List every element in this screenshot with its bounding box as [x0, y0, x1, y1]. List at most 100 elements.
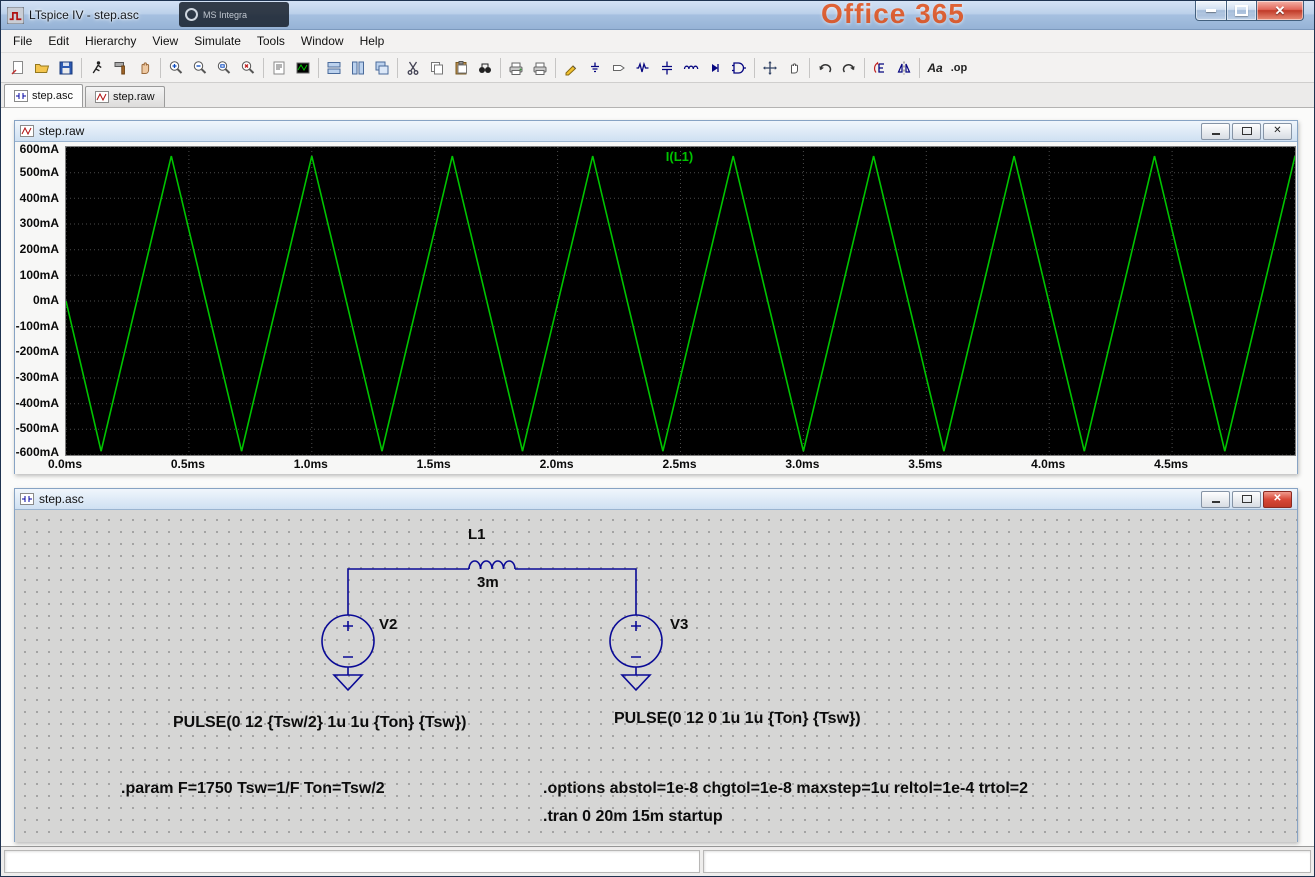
maximize-button[interactable] — [1227, 1, 1257, 21]
ground-button[interactable] — [583, 56, 607, 79]
waveform-plot[interactable] — [65, 146, 1296, 456]
halt-button[interactable] — [133, 56, 157, 79]
child-minimize-button[interactable] — [1201, 122, 1230, 140]
print-setup-button[interactable] — [504, 56, 528, 79]
waveform-window-titlebar[interactable]: step.raw ✕ — [15, 121, 1297, 142]
new-schematic-button[interactable] — [6, 56, 30, 79]
waveform-window-controls: ✕ — [1201, 122, 1292, 140]
param-directive[interactable]: .param F=1750 Tsw=1/F Ton=Tsw/2 — [121, 780, 385, 798]
spice-directive-icon: .op — [950, 61, 968, 74]
child-minimize-button[interactable] — [1201, 490, 1230, 508]
child-maximize-button[interactable] — [1232, 490, 1261, 508]
wire-button[interactable] — [559, 56, 583, 79]
open-folder-icon — [35, 63, 50, 73]
print-button[interactable] — [528, 56, 552, 79]
zoom-full-icon — [241, 60, 255, 74]
cut-button[interactable] — [401, 56, 425, 79]
zoom-fit-button[interactable] — [212, 56, 236, 79]
menu-help[interactable]: Help — [352, 31, 393, 51]
y-tick-label: -300mA — [15, 370, 59, 384]
zoom-in-icon — [169, 60, 183, 74]
close-icon: ✕ — [1274, 2, 1286, 18]
trace-legend[interactable]: I(L1) — [65, 149, 1294, 164]
netlist-button[interactable] — [267, 56, 291, 79]
child-close-button[interactable]: ✕ — [1263, 490, 1292, 508]
mirror-button[interactable] — [892, 56, 916, 79]
cascade-windows-button[interactable] — [370, 56, 394, 79]
child-maximize-button[interactable] — [1232, 122, 1261, 140]
redo-button[interactable] — [837, 56, 861, 79]
maximize-icon — [1235, 5, 1248, 16]
logic-gate-icon — [732, 61, 746, 74]
waveform-window: step.raw ✕ I(L1) 600mA 500mA 400mA 300mA… — [14, 120, 1298, 474]
ground-symbol-v2[interactable] — [332, 674, 364, 692]
zoom-in-button[interactable] — [164, 56, 188, 79]
titlebar[interactable]: LTspice IV - step.asc MS Integra Office … — [1, 1, 1314, 30]
move-button[interactable] — [758, 56, 782, 79]
diode-button[interactable] — [703, 56, 727, 79]
tile-horizontal-button[interactable] — [322, 56, 346, 79]
control-panel-button[interactable] — [109, 56, 133, 79]
inductor-ref-label[interactable]: L1 — [468, 526, 486, 543]
open-file-button[interactable] — [30, 56, 54, 79]
resistor-button[interactable] — [631, 56, 655, 79]
menu-edit[interactable]: Edit — [40, 31, 77, 51]
v3-value-label[interactable]: PULSE(0 12 0 1u 1u {Ton} {Tsw}) — [614, 710, 861, 728]
paste-button[interactable] — [449, 56, 473, 79]
plot-settings-button[interactable] — [291, 56, 315, 79]
options-directive[interactable]: .options abstol=1e-8 chgtol=1e-8 maxstep… — [543, 780, 1028, 798]
menu-window[interactable]: Window — [293, 31, 352, 51]
ground-symbol-v3[interactable] — [620, 674, 652, 692]
inductor-button[interactable] — [679, 56, 703, 79]
menu-file[interactable]: File — [5, 31, 40, 51]
rotate-button[interactable] — [868, 56, 892, 79]
inductor-L1-symbol[interactable] — [468, 560, 516, 570]
v2-value-label[interactable]: PULSE(0 12 {Tsw/2} 1u 1u {Ton} {Tsw}) — [173, 714, 466, 732]
tran-directive[interactable]: .tran 0 20m 15m startup — [543, 808, 723, 826]
child-close-button[interactable]: ✕ — [1263, 122, 1292, 140]
spice-directive-button[interactable]: .op — [947, 56, 971, 79]
run-simulation-button[interactable] — [85, 56, 109, 79]
zoom-back-button[interactable] — [188, 56, 212, 79]
minimize-button[interactable] — [1195, 1, 1227, 21]
tab-step-asc[interactable]: step.asc — [4, 84, 83, 107]
move-arrows-icon — [763, 60, 777, 75]
halt-hand-icon — [141, 61, 150, 74]
inductor-value-label[interactable]: 3m — [477, 574, 499, 591]
background-office365-text: Office 365 — [821, 0, 965, 29]
v2-ref-label[interactable]: V2 — [379, 616, 397, 633]
y-tick-label: 500mA — [19, 165, 59, 179]
drag-button[interactable] — [782, 56, 806, 79]
diode-icon — [712, 63, 719, 72]
minimize-icon — [1211, 501, 1220, 503]
menu-hierarchy[interactable]: Hierarchy — [77, 31, 144, 51]
menu-tools[interactable]: Tools — [249, 31, 293, 51]
waveform-window-title: step.raw — [39, 124, 85, 138]
copy-button[interactable] — [425, 56, 449, 79]
save-button[interactable] — [54, 56, 78, 79]
waveform-pane[interactable]: I(L1) 600mA 500mA 400mA 300mA 200mA 100m… — [15, 142, 1297, 474]
schematic-window-titlebar[interactable]: step.asc ✕ — [15, 489, 1297, 510]
close-button[interactable]: ✕ — [1257, 1, 1304, 21]
voltage-source-V3-symbol[interactable] — [609, 614, 663, 675]
copy-icon — [431, 61, 443, 74]
net-label-button[interactable] — [607, 56, 631, 79]
y-tick-label: 400mA — [19, 191, 59, 205]
tab-step-raw[interactable]: step.raw — [84, 86, 165, 107]
menu-simulate[interactable]: Simulate — [186, 31, 249, 51]
undo-button[interactable] — [813, 56, 837, 79]
capacitor-button[interactable] — [655, 56, 679, 79]
zoom-full-extents-button[interactable] — [236, 56, 260, 79]
text-button[interactable]: Aa — [923, 56, 947, 79]
menu-view[interactable]: View — [144, 31, 186, 51]
find-button[interactable] — [473, 56, 497, 79]
schematic-canvas[interactable]: L1 3m V2 V3 PULSE(0 12 {Tsw/2} 1u 1u {To… — [15, 510, 1297, 842]
tile-vertical-button[interactable] — [346, 56, 370, 79]
status-bar — [1, 846, 1314, 876]
component-button[interactable] — [727, 56, 751, 79]
voltage-source-V2-symbol[interactable] — [321, 614, 375, 675]
label-tag-icon — [613, 64, 625, 71]
rotate-icon — [874, 61, 884, 73]
toolbar-separator — [864, 57, 865, 78]
v3-ref-label[interactable]: V3 — [670, 616, 688, 633]
